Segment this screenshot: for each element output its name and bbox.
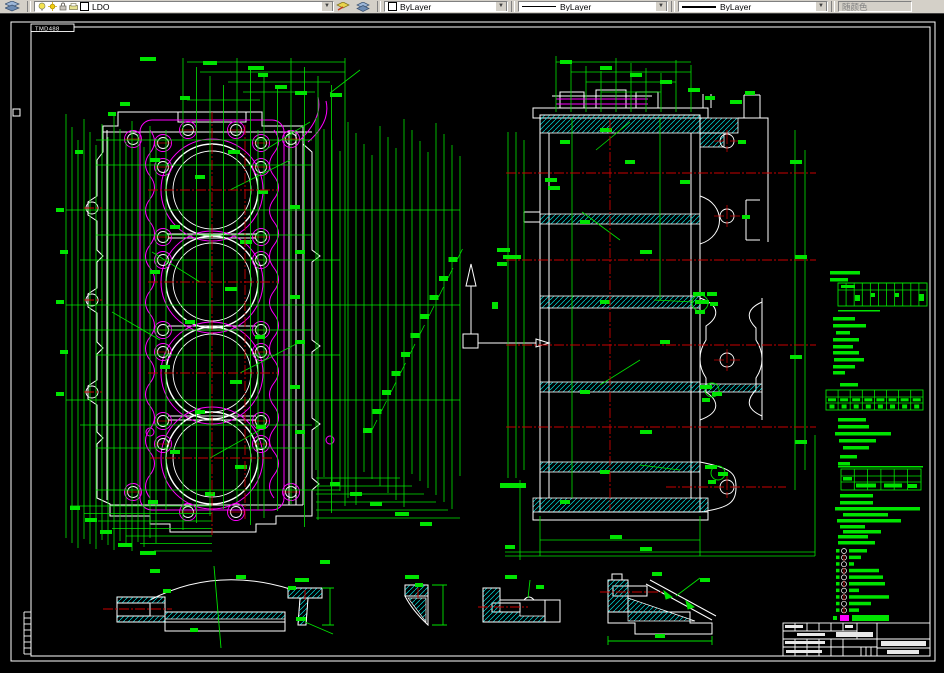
lock-icon[interactable] <box>59 2 67 11</box>
toolbar-separator <box>831 1 835 12</box>
title-block <box>782 622 931 657</box>
layer-previous-icon <box>356 1 370 12</box>
lineweight-preview <box>682 5 716 8</box>
toolbar-separator <box>377 1 381 12</box>
layer-make-current-icon <box>336 1 350 12</box>
layer-name: LDO <box>92 1 110 12</box>
viewport-label: TMD488 <box>35 26 60 32</box>
centering-mark <box>12 108 21 117</box>
color-value: ByLayer <box>400 1 432 12</box>
color-dropdown[interactable]: ByLayer ▼ <box>384 1 508 12</box>
viewport-label-tab[interactable]: TMD488 <box>30 23 75 32</box>
toolbar-separator <box>671 1 675 12</box>
bulb-icon[interactable] <box>38 2 46 11</box>
current-color-swatch <box>388 2 397 11</box>
sun-icon[interactable] <box>48 2 57 11</box>
make-object-layer-current-button[interactable] <box>334 0 354 13</box>
technical-requirements <box>825 271 928 621</box>
layer-properties-button[interactable] <box>2 0 24 13</box>
margin-scale-ticks <box>23 611 31 655</box>
ucs-icon <box>462 263 551 349</box>
toolbar-separator <box>511 1 515 12</box>
linetype-preview <box>522 6 556 7</box>
layer-dropdown[interactable]: LDO ▼ <box>34 1 334 12</box>
chevron-down-icon[interactable]: ▼ <box>655 2 667 11</box>
layer-color-swatch <box>80 2 89 11</box>
magenta-seat-lines <box>556 98 648 105</box>
chevron-down-icon[interactable]: ▼ <box>495 2 507 11</box>
lineweight-value: ByLayer <box>720 1 752 12</box>
lineweight-dropdown[interactable]: ByLayer ▼ <box>678 1 828 12</box>
plot-style-value: 随颜色 <box>842 1 868 12</box>
layers-icon <box>3 0 20 12</box>
plot-style-dropdown[interactable]: 随颜色 <box>838 1 912 12</box>
section-view <box>523 89 769 521</box>
layer-previous-button[interactable] <box>354 0 374 13</box>
linetype-dropdown[interactable]: ByLayer ▼ <box>518 1 668 12</box>
linetype-value: ByLayer <box>560 1 592 12</box>
printer-icon[interactable] <box>69 2 78 11</box>
chevron-down-icon[interactable]: ▼ <box>321 2 333 11</box>
layers-properties-toolbar: LDO ▼ ByLayer ▼ ByLayer ▼ ByLayer ▼ 随颜色 <box>0 0 944 14</box>
drawing-area[interactable]: TMD488 <box>0 14 944 673</box>
toolbar-separator <box>27 1 31 12</box>
chevron-down-icon[interactable]: ▼ <box>815 2 827 11</box>
drawing-canvas[interactable]: TMD488 <box>0 14 944 673</box>
